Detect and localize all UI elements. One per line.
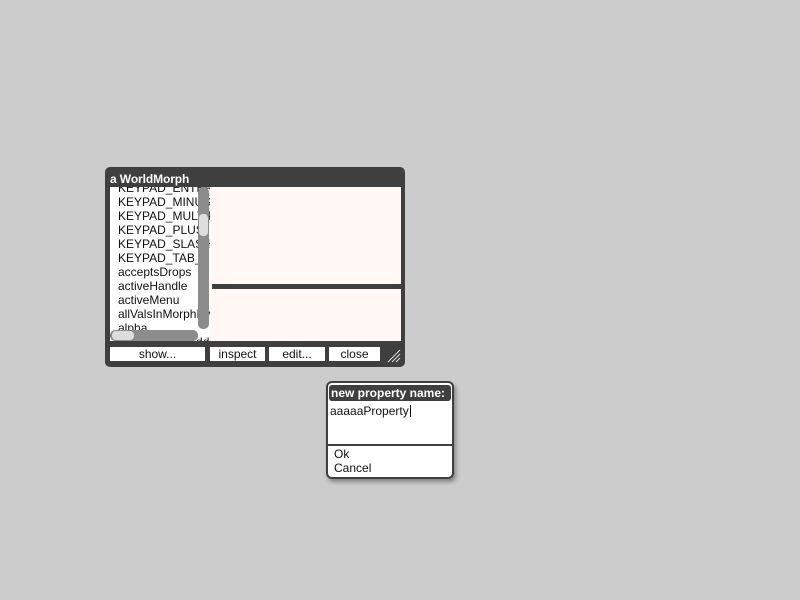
close-button[interactable]: close xyxy=(329,347,380,361)
vertical-scrollbar[interactable] xyxy=(198,187,209,329)
show-button[interactable]: show... xyxy=(110,347,205,361)
resize-handle-icon[interactable] xyxy=(385,347,401,363)
world-canvas[interactable]: a WorldMorph KEYPAD_ENTER KEYPAD_MINUS K… xyxy=(0,0,800,600)
new-property-dialog[interactable]: new property name: aaaaaProperty Ok Canc… xyxy=(326,381,454,479)
ok-button[interactable]: Ok xyxy=(334,447,349,461)
edit-button[interactable]: edit... xyxy=(269,347,325,361)
inspector-window[interactable]: a WorldMorph KEYPAD_ENTER KEYPAD_MINUS K… xyxy=(105,167,405,367)
dialog-separator xyxy=(328,444,452,446)
horizontal-scroll-thumb[interactable] xyxy=(112,331,134,340)
evaluation-pane[interactable] xyxy=(210,289,401,341)
horizontal-scrollbar[interactable] xyxy=(110,330,198,341)
property-list[interactable]: KEYPAD_ENTER KEYPAD_MINUS KEYPAD_MULTIPL… xyxy=(110,187,212,341)
property-name-value: aaaaaProperty xyxy=(330,404,409,418)
inspector-title: a WorldMorph xyxy=(110,172,190,186)
dialog-title: new property name: xyxy=(329,385,451,401)
vertical-scroll-thumb[interactable] xyxy=(199,214,208,236)
cancel-button[interactable]: Cancel xyxy=(334,461,371,475)
text-cursor xyxy=(409,405,411,417)
value-pane[interactable] xyxy=(210,187,401,284)
inspect-button[interactable]: inspect xyxy=(210,347,265,361)
property-name-input[interactable]: aaaaaProperty xyxy=(330,404,448,444)
